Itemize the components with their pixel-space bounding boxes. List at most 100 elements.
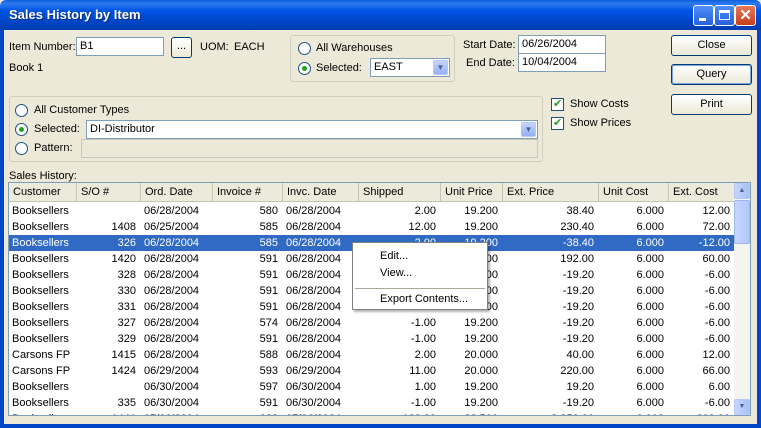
scroll-up-icon[interactable]: ▲	[734, 183, 750, 199]
menu-item-edit[interactable]: Edit...	[380, 250, 408, 262]
cell-ext-cost: 12.00	[702, 205, 730, 217]
cell-ext-cost: -6.00	[704, 333, 730, 345]
cell-unit-price: 19.200	[464, 381, 498, 393]
all-warehouses-radio[interactable]	[298, 42, 311, 55]
cell-unit-cost: 6.000	[636, 205, 664, 217]
end-date-field[interactable]: 10/04/2004	[518, 53, 606, 72]
query-button[interactable]: Query	[671, 64, 752, 85]
table-row[interactable]: Booksellers 1408 06/25/2004 585 06/28/2004 12…	[9, 219, 735, 235]
pattern-field[interactable]	[81, 139, 538, 158]
table-row[interactable]: Booksellers 329 06/28/2004 591 06/28/2004 -1.…	[9, 331, 735, 347]
cell-order-date: 06/28/2004	[144, 253, 200, 265]
cell-customer: Booksellers	[12, 317, 69, 329]
column-header-order-date[interactable]: Ord. Date	[141, 183, 213, 201]
cell-customer: Booksellers	[12, 301, 69, 313]
cell-order-date: 06/28/2004	[144, 285, 200, 297]
column-header-so-number[interactable]: S/O #	[77, 183, 141, 201]
cell-unit-cost: 6.000	[636, 221, 664, 233]
close-button[interactable]: Close	[671, 35, 752, 56]
table-header: Customer S/O # Ord. Date Invoice # Invc. Dat…	[9, 183, 735, 202]
all-customer-types-label: All Customer Types	[34, 104, 130, 116]
start-date-field[interactable]: 06/26/2004	[518, 35, 606, 54]
column-header-shipped[interactable]: Shipped	[359, 183, 441, 201]
warehouse-select-value: EAST	[374, 61, 403, 73]
pattern-radio[interactable]	[15, 142, 28, 155]
maximize-button[interactable]	[714, 5, 735, 26]
column-header-invoice-number[interactable]: Invoice #	[213, 183, 283, 201]
cell-invoice-number: 593	[259, 365, 278, 377]
cell-invoice-number: 591	[259, 301, 278, 313]
cell-shipped: -1.00	[410, 333, 436, 345]
table-row[interactable]: Booksellers 335 06/30/2004 591 06/30/2004 -1.…	[9, 395, 735, 411]
cell-invoice-date: 06/28/2004	[286, 333, 342, 345]
cell-invoice-date: 06/28/2004	[286, 237, 342, 249]
all-customer-types-radio[interactable]	[15, 104, 28, 117]
item-description: Book 1	[9, 62, 44, 74]
scroll-down-icon[interactable]: ▼	[734, 399, 750, 415]
cell-unit-price: 20.000	[464, 365, 498, 377]
cell-customer: Booksellers	[12, 381, 69, 393]
cell-order-date: 06/28/2004	[144, 301, 200, 313]
menu-item-export-contents[interactable]: Export Contents...	[380, 293, 468, 305]
uom-label: UOM:	[200, 41, 229, 53]
vertical-scrollbar[interactable]: ▲ ▼	[734, 183, 750, 415]
warehouse-select[interactable]: EAST ▼	[370, 58, 450, 77]
cell-so-number: 328	[117, 269, 136, 281]
table-row[interactable]: Booksellers 327 06/28/2004 574 06/28/2004 -1.…	[9, 315, 735, 331]
column-header-customer[interactable]: Customer	[9, 183, 77, 201]
cell-invoice-number: 585	[259, 237, 278, 249]
selected-customer-type-radio[interactable]	[15, 123, 28, 136]
scroll-thumb[interactable]	[734, 200, 750, 244]
show-costs-label: Show Costs	[570, 98, 629, 110]
column-header-ext-cost[interactable]: Ext. Cost	[669, 183, 735, 201]
column-header-ext-price[interactable]: Ext. Price	[503, 183, 599, 201]
table-row[interactable]: Booksellers 1441 07/06/2004 622 07/06/2004 10…	[9, 411, 735, 415]
column-header-unit-cost[interactable]: Unit Cost	[599, 183, 669, 201]
cell-customer: Booksellers	[12, 285, 69, 297]
cell-shipped: 1.00	[414, 381, 436, 393]
uom-value: EACH	[234, 41, 265, 53]
cell-ext-cost: -6.00	[704, 269, 730, 281]
show-prices-checkbox[interactable]	[551, 116, 564, 130]
cell-ext-price: -19.20	[562, 317, 594, 329]
item-lookup-button[interactable]: ...	[171, 37, 192, 58]
cell-invoice-number: 591	[259, 285, 278, 297]
chevron-down-icon[interactable]: ▼	[521, 122, 536, 137]
cell-ext-price: -19.20	[562, 301, 594, 313]
table-row[interactable]: Carsons FP 1424 06/29/2004 593 06/29/2004 11.…	[9, 363, 735, 379]
cell-invoice-number: 588	[259, 349, 278, 361]
cell-ext-cost: -6.00	[704, 285, 730, 297]
menu-item-view[interactable]: View...	[380, 267, 412, 279]
selected-warehouse-radio[interactable]	[298, 62, 311, 75]
maximize-icon	[719, 10, 730, 20]
cell-unit-cost: 6.000	[636, 301, 664, 313]
customer-type-select[interactable]: DI-Distributor ▼	[86, 120, 538, 139]
cell-invoice-date: 06/28/2004	[286, 301, 342, 313]
cell-so-number: 1415	[111, 349, 136, 361]
cell-so-number: 1408	[111, 221, 136, 233]
cell-shipped: 11.00	[409, 365, 436, 377]
table-row[interactable]: Booksellers 06/30/2004 597 06/30/2004 1.00 19…	[9, 379, 735, 395]
table-row[interactable]: Carsons FP 1415 06/28/2004 588 06/28/2004 2.0…	[9, 347, 735, 363]
cell-invoice-number: 597	[259, 381, 278, 393]
cell-ext-price: 19.20	[566, 381, 594, 393]
column-header-unit-price[interactable]: Unit Price	[441, 183, 503, 201]
cell-shipped: 2.00	[414, 349, 436, 361]
cell-unit-cost: 6.000	[636, 365, 664, 377]
close-window-button[interactable]: ✕	[735, 5, 756, 26]
chevron-down-icon[interactable]: ▼	[433, 60, 448, 75]
cell-order-date: 06/29/2004	[144, 365, 200, 377]
column-header-invoice-date[interactable]: Invc. Date	[283, 183, 359, 201]
show-costs-checkbox[interactable]	[551, 97, 564, 111]
cell-ext-cost: -12.00	[698, 237, 730, 249]
item-number-field[interactable]: B1	[76, 37, 164, 56]
close-icon: ✕	[739, 7, 752, 24]
cell-unit-cost: 6.000	[636, 253, 664, 265]
table-row[interactable]: Booksellers 06/28/2004 580 06/28/2004 2.00 19…	[9, 203, 735, 219]
minimize-button[interactable]	[693, 5, 714, 26]
cell-ext-price: 220.00	[560, 365, 594, 377]
item-number-label: Item Number:	[9, 41, 76, 53]
end-date-label: End Date:	[466, 57, 515, 69]
print-button[interactable]: Print	[671, 94, 752, 115]
cell-unit-cost: 6.000	[636, 285, 664, 297]
